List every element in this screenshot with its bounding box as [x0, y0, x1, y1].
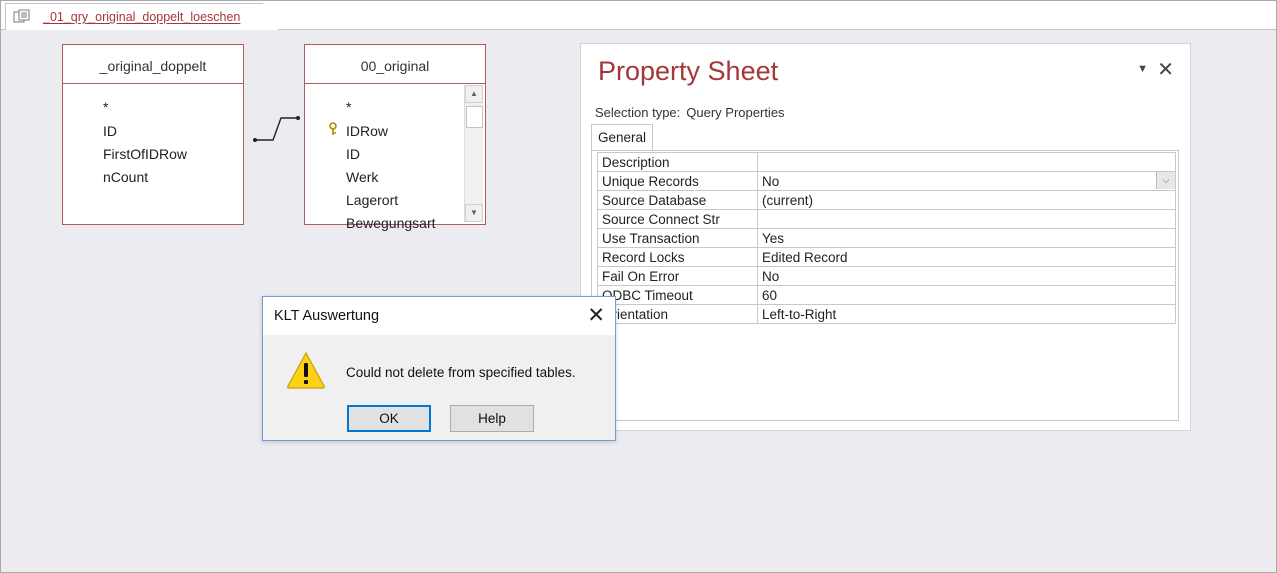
- scroll-up-arrow-icon[interactable]: ▲: [465, 85, 483, 103]
- selection-type-label: Selection type:: [595, 105, 681, 120]
- table-00-original[interactable]: 00_original * IDRow ID Werk Lagerort Bew…: [304, 44, 486, 231]
- selection-type-value: Query Properties: [686, 105, 785, 120]
- property-key: Description: [597, 152, 758, 172]
- dialog-message: Could not delete from specified tables.: [346, 365, 576, 380]
- selection-type: Selection type: Query Properties: [595, 105, 785, 120]
- property-row: Source Database (current): [597, 190, 1176, 210]
- property-key: Fail On Error: [597, 266, 758, 286]
- field-lagerort[interactable]: Lagerort: [346, 192, 398, 208]
- property-sheet-title: Property Sheet: [598, 56, 779, 86]
- property-value[interactable]: Yes: [757, 228, 1176, 248]
- dialog-body: Could not delete from specified tables. …: [263, 335, 615, 440]
- table-scrollbar[interactable]: ▲ ▼: [464, 85, 483, 222]
- key-icon: [329, 122, 337, 135]
- property-panel: Description Unique Records No ⌵ Source Dat…: [591, 150, 1179, 421]
- scroll-thumb[interactable]: [466, 106, 483, 128]
- property-value: No: [762, 173, 780, 189]
- field-werk[interactable]: Werk: [346, 169, 378, 185]
- field-idrow[interactable]: IDRow: [346, 123, 388, 139]
- property-value-combo[interactable]: No ⌵: [757, 171, 1176, 191]
- property-value[interactable]: 60: [757, 285, 1176, 305]
- property-value[interactable]: [757, 152, 1176, 172]
- property-value[interactable]: [757, 209, 1176, 229]
- property-row: Unique Records No ⌵: [597, 171, 1176, 191]
- property-value[interactable]: Edited Record: [757, 247, 1176, 267]
- table-title[interactable]: 00_original: [305, 45, 485, 84]
- ok-button[interactable]: OK: [347, 405, 431, 432]
- property-grid: Description Unique Records No ⌵ Source Dat…: [597, 152, 1176, 324]
- close-icon[interactable]: ✕: [587, 303, 605, 328]
- document-tab-label: _01_qry_original_doppelt_loeschen: [43, 10, 241, 24]
- query-design-canvas[interactable]: _original_doppelt * ID FirstOfIDRow nCou…: [1, 30, 1276, 572]
- property-sheet: Property Sheet ▼ ✕ Selection type: Query …: [580, 43, 1191, 431]
- property-row: Record Locks Edited Record: [597, 247, 1176, 267]
- document-tab-strip: _01_qry_original_doppelt_loeschen: [1, 1, 1276, 30]
- property-key: Source Connect Str: [597, 209, 758, 229]
- scroll-down-arrow-icon[interactable]: ▼: [465, 204, 483, 222]
- help-button[interactable]: Help: [450, 405, 534, 432]
- dialog-titlebar[interactable]: KLT Auswertung ✕: [263, 297, 615, 335]
- query-icon: [13, 9, 30, 23]
- document-tab[interactable]: _01_qry_original_doppelt_loeschen: [5, 3, 279, 30]
- close-icon[interactable]: ✕: [1157, 57, 1174, 82]
- property-row: ODBC Timeout 60: [597, 285, 1176, 305]
- property-key: Use Transaction: [597, 228, 758, 248]
- property-row: Use Transaction Yes: [597, 228, 1176, 248]
- dialog-title: KLT Auswertung: [274, 308, 380, 324]
- chevron-down-icon[interactable]: ▼: [1137, 63, 1148, 75]
- warning-icon: [287, 351, 325, 389]
- property-key: Source Database: [597, 190, 758, 210]
- property-key: Unique Records: [597, 171, 758, 191]
- field-all[interactable]: *: [346, 99, 351, 115]
- property-key: ODBC Timeout: [597, 285, 758, 305]
- field-id[interactable]: ID: [346, 146, 360, 162]
- property-row: Description: [597, 152, 1176, 172]
- error-dialog: KLT Auswertung ✕ Could not delete from s…: [262, 296, 616, 441]
- property-row: Orientation Left-to-Right: [597, 304, 1176, 324]
- property-value[interactable]: No: [757, 266, 1176, 286]
- property-value[interactable]: Left-to-Right: [757, 304, 1176, 324]
- tab-general[interactable]: General: [591, 124, 653, 150]
- field-bewegungsart[interactable]: Bewegungsart: [346, 215, 436, 231]
- property-row: Fail On Error No: [597, 266, 1176, 286]
- property-key: Record Locks: [597, 247, 758, 267]
- property-row: Source Connect Str: [597, 209, 1176, 229]
- property-value[interactable]: (current): [757, 190, 1176, 210]
- chevron-down-icon[interactable]: ⌵: [1156, 172, 1175, 189]
- property-key: Orientation: [597, 304, 758, 324]
